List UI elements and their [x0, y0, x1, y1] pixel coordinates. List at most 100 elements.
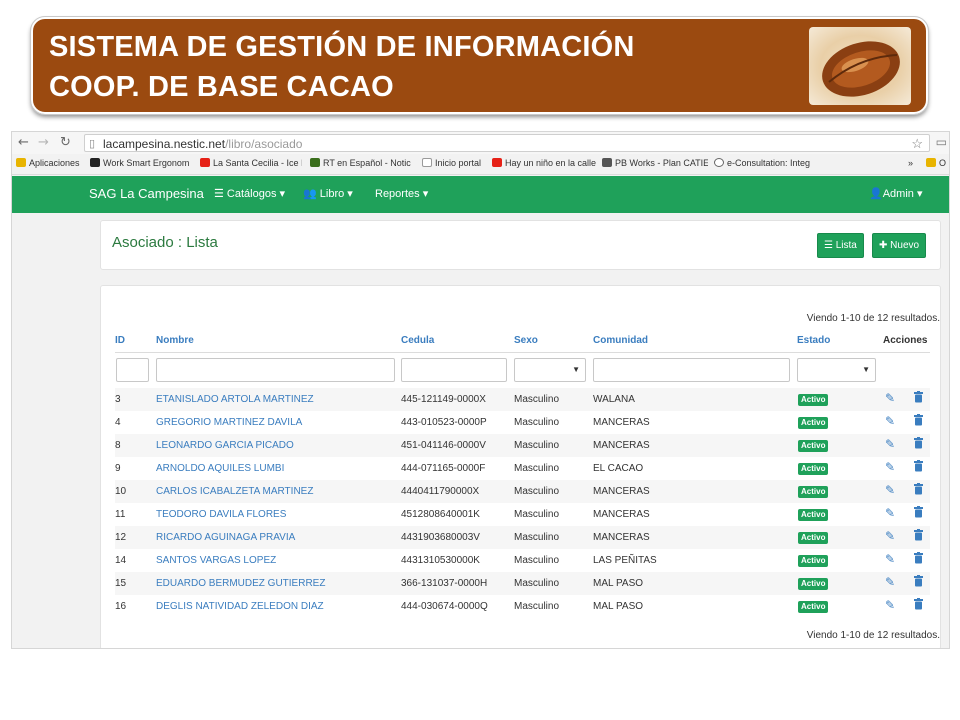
col-header-nombre[interactable]: Nombre [156, 335, 194, 346]
brand-link[interactable]: SAG La Campesina [89, 186, 204, 201]
cell-cedula: 444-030674-0000Q [401, 601, 488, 612]
pencil-icon[interactable]: ✎ [885, 575, 895, 589]
filter-sexo-select[interactable]: ▼ [514, 358, 586, 382]
filter-estado-select[interactable]: ▼ [797, 358, 876, 382]
header-divider [115, 352, 930, 353]
bookmark-star-icon[interactable]: ☆ [911, 136, 923, 152]
trash-icon[interactable] [913, 575, 924, 590]
cell-cedula: 443-010523-0000P [401, 417, 487, 428]
trash-icon[interactable] [913, 598, 924, 613]
forward-arrow-icon[interactable]: → [38, 135, 49, 150]
youtube-icon [200, 158, 210, 167]
bookmarks-overflow[interactable]: » [908, 158, 920, 168]
cell-nombre-link[interactable]: ETANISLADO ARTOLA MARTINEZ [156, 394, 314, 405]
url-field[interactable]: ▯ lacampesina.nestic.net/libro/asociado … [84, 134, 930, 152]
status-badge: Activo [798, 440, 829, 452]
cell-nombre-link[interactable]: SANTOS VARGAS LOPEZ [156, 555, 276, 566]
table-row: 15 EDUARDO BERMUDEZ GUTIERREZ 366-131037-0… [115, 572, 930, 595]
nav-admin[interactable]: 👤Admin ▾ [869, 187, 922, 200]
banner-title-line2: COOP. DE BASE CACAO [49, 71, 394, 103]
cell-id: 12 [115, 532, 127, 543]
cell-cedula: 4440411790000X [401, 486, 480, 497]
status-badge: Activo [798, 601, 829, 613]
folder-icon [926, 158, 936, 167]
pencil-icon[interactable]: ✎ [885, 483, 895, 497]
filter-cedula-input[interactable] [401, 358, 507, 382]
filter-nombre-input[interactable] [156, 358, 395, 382]
nav-reportes[interactable]: Reportes ▾ [375, 187, 428, 200]
bookmark-apps[interactable]: Aplicaciones [16, 158, 86, 168]
bookmark-item[interactable]: La Santa Cecilia - Ice I [200, 158, 302, 168]
cell-comunidad: EL CACAO [593, 463, 644, 474]
cell-nombre-link[interactable]: EDUARDO BERMUDEZ GUTIERREZ [156, 578, 325, 589]
col-header-acciones: Acciones [883, 335, 928, 346]
cell-comunidad: MANCERAS [593, 440, 650, 451]
filter-comunidad-input[interactable] [593, 358, 790, 382]
trash-icon[interactable] [913, 483, 924, 498]
cell-sexo: Masculino [514, 578, 560, 589]
amazon-icon [90, 158, 100, 167]
cell-nombre-link[interactable]: GREGORIO MARTINEZ DAVILA [156, 417, 302, 428]
app-navbar: SAG La Campesina ☰ Catálogos ▾ 👥 Libro ▾… [12, 176, 949, 213]
cell-nombre-link[interactable]: RICARDO AGUINAGA PRAVIA [156, 532, 295, 543]
table-row: 11 TEODORO DAVILA FLORES 4512808640001K Mas… [115, 503, 930, 526]
filter-id-input[interactable] [116, 358, 149, 382]
cell-nombre-link[interactable]: TEODORO DAVILA FLORES [156, 509, 286, 520]
cell-nombre-link[interactable]: ARNOLDO AQUILES LUMBI [156, 463, 284, 474]
bookmark-item[interactable]: Hay un niño en la calle [492, 158, 596, 168]
back-arrow-icon[interactable]: ← [18, 135, 29, 150]
cell-comunidad: MAL PASO [593, 578, 644, 589]
cell-nombre-link[interactable]: CARLOS ICABALZETA MARTINEZ [156, 486, 313, 497]
bookmark-item[interactable]: Inicio portal [422, 158, 488, 168]
pencil-icon[interactable]: ✎ [885, 437, 895, 451]
banner-title-line1: SISTEMA DE GESTIÓN DE INFORMACIÓN [49, 31, 635, 63]
table-row: 16 DEGLIS NATIVIDAD ZELEDON DIAZ 444-03067… [115, 595, 930, 618]
bookmark-item[interactable]: RT en Español - Notic [310, 158, 414, 168]
cell-sexo: Masculino [514, 394, 560, 405]
trash-icon[interactable] [913, 460, 924, 475]
page-title: Asociado : Lista [112, 234, 218, 251]
pencil-icon[interactable]: ✎ [885, 552, 895, 566]
trash-icon[interactable] [913, 414, 924, 429]
cast-icon[interactable]: ▭ [936, 135, 947, 149]
pencil-icon[interactable]: ✎ [885, 391, 895, 405]
pencil-icon[interactable]: ✎ [885, 598, 895, 612]
col-header-comunidad[interactable]: Comunidad [593, 335, 648, 346]
cell-nombre-link[interactable]: DEGLIS NATIVIDAD ZELEDON DIAZ [156, 601, 324, 612]
nuevo-button[interactable]: ✚ Nuevo [872, 233, 927, 258]
cell-cedula: 366-131037-0000H [401, 578, 488, 589]
col-header-cedula[interactable]: Cedula [401, 335, 434, 346]
cell-cedula: 4431310530000K [401, 555, 480, 566]
cell-id: 15 [115, 578, 127, 589]
status-badge: Activo [798, 463, 829, 475]
trash-icon[interactable] [913, 391, 924, 406]
bookmark-folder[interactable]: O [926, 158, 949, 168]
trash-icon[interactable] [913, 437, 924, 452]
col-header-estado[interactable]: Estado [797, 335, 830, 346]
reload-icon[interactable]: ↻ [60, 135, 71, 150]
table-row: 4 GREGORIO MARTINEZ DAVILA 443-010523-0000… [115, 411, 930, 434]
status-badge: Activo [798, 578, 829, 590]
bookmark-item[interactable]: Work Smart Ergonom [90, 158, 192, 168]
pencil-icon[interactable]: ✎ [885, 414, 895, 428]
page-icon: ▯ [89, 138, 96, 150]
results-summary-top: Viendo 1-10 de 12 resultados. [806, 313, 940, 324]
col-header-id[interactable]: ID [115, 335, 125, 346]
col-header-sexo[interactable]: Sexo [514, 335, 538, 346]
pencil-icon[interactable]: ✎ [885, 506, 895, 520]
trash-icon[interactable] [913, 506, 924, 521]
cell-nombre-link[interactable]: LEONARDO GARCIA PICADO [156, 440, 294, 451]
globe-icon [714, 158, 724, 167]
bookmark-item[interactable]: PB Works - Plan CATIE [602, 158, 708, 168]
nav-catalogos[interactable]: ☰ Catálogos ▾ [214, 187, 285, 200]
trash-icon[interactable] [913, 529, 924, 544]
lista-button[interactable]: ☰ Lista [817, 233, 864, 258]
pencil-icon[interactable]: ✎ [885, 460, 895, 474]
url-host: lacampesina.nestic.net [103, 137, 226, 151]
cell-id: 9 [115, 463, 121, 474]
bookmark-item[interactable]: e-Consultation: Integ [714, 158, 816, 168]
trash-icon[interactable] [913, 552, 924, 567]
nav-libro[interactable]: 👥 Libro ▾ [303, 187, 353, 200]
pencil-icon[interactable]: ✎ [885, 529, 895, 543]
page-icon [422, 158, 432, 167]
